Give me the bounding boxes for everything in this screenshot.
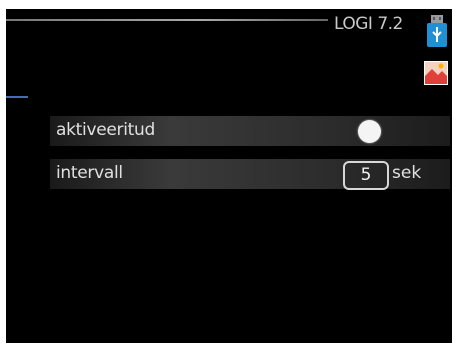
interval-value-input[interactable]: 5 — [343, 161, 389, 190]
usb-icon — [427, 15, 447, 47]
side-marker — [6, 96, 28, 98]
header-divider — [6, 19, 328, 21]
page-title: LOGI 7.2 — [334, 14, 403, 34]
setting-row-activated[interactable]: aktiveeritud — [50, 116, 450, 146]
image-icon — [424, 61, 448, 85]
activated-label: aktiveeritud — [56, 120, 155, 140]
interval-unit-label: sek — [392, 163, 422, 183]
display-screen: LOGI 7.2 aktiveeritud intervall 5 sek — [6, 9, 452, 343]
setting-row-interval[interactable]: intervall 5 sek — [50, 159, 450, 190]
activated-toggle[interactable] — [358, 120, 381, 143]
interval-label: intervall — [56, 163, 123, 183]
